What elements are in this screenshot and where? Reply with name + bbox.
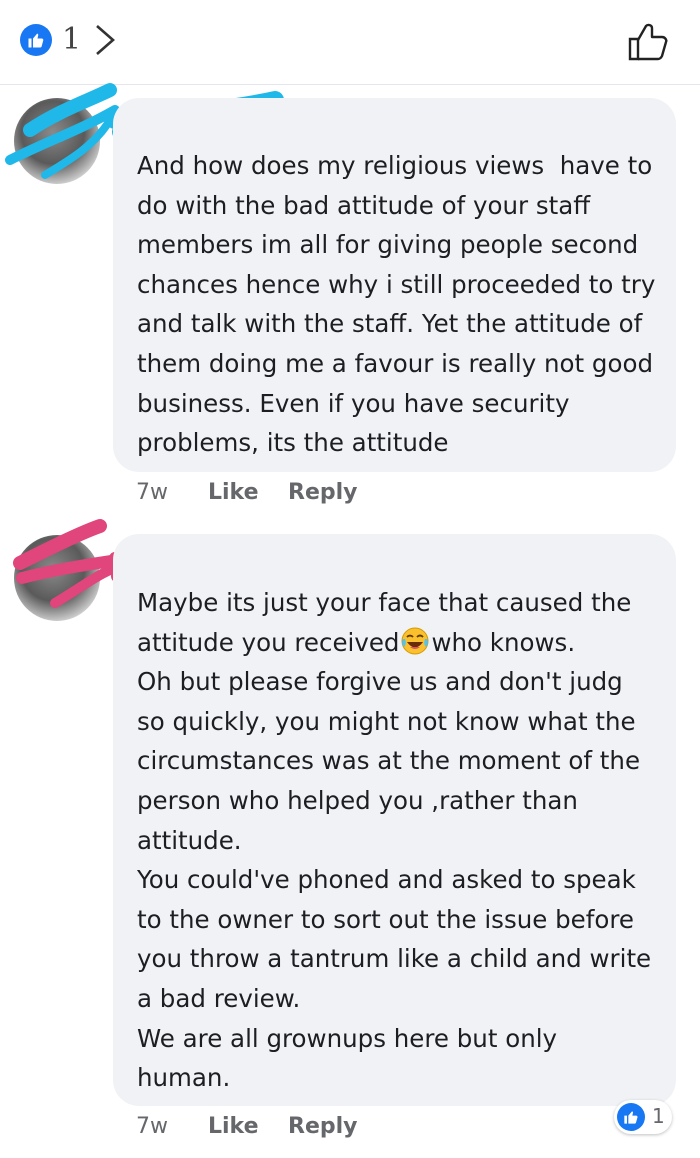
chevron-right-icon[interactable]: [92, 22, 118, 62]
comment-text: And how does my religious views have to …: [137, 151, 664, 458]
top-bar: 1: [0, 0, 700, 85]
laughing-crying-emoji-icon: [401, 627, 429, 655]
reply-link[interactable]: Reply: [288, 480, 358, 505]
like-link[interactable]: Like: [208, 480, 259, 505]
reply-link[interactable]: Reply: [288, 1114, 358, 1139]
reaction-count[interactable]: 1: [62, 22, 81, 57]
thumbs-up-outline-icon[interactable]: [626, 20, 670, 68]
comment-bubble: Maybe its just your face that caused the…: [113, 534, 676, 1106]
thumbs-up-icon: [617, 1103, 645, 1131]
comment-text-part: who knows. Oh but please forgive us and …: [137, 627, 652, 1093]
avatar[interactable]: [14, 535, 100, 621]
thumbs-up-icon[interactable]: [20, 24, 52, 56]
reaction-count: 1: [652, 1104, 665, 1128]
comment-timestamp: 7w: [136, 480, 168, 505]
comment-bubble: And how does my religious views have to …: [113, 98, 676, 472]
comment-timestamp: 7w: [136, 1114, 168, 1139]
like-link[interactable]: Like: [208, 1114, 259, 1139]
avatar[interactable]: [14, 98, 100, 184]
comment-text: Maybe its just your face that caused the…: [137, 583, 658, 1098]
comment-reaction-badge[interactable]: 1: [614, 1100, 672, 1134]
